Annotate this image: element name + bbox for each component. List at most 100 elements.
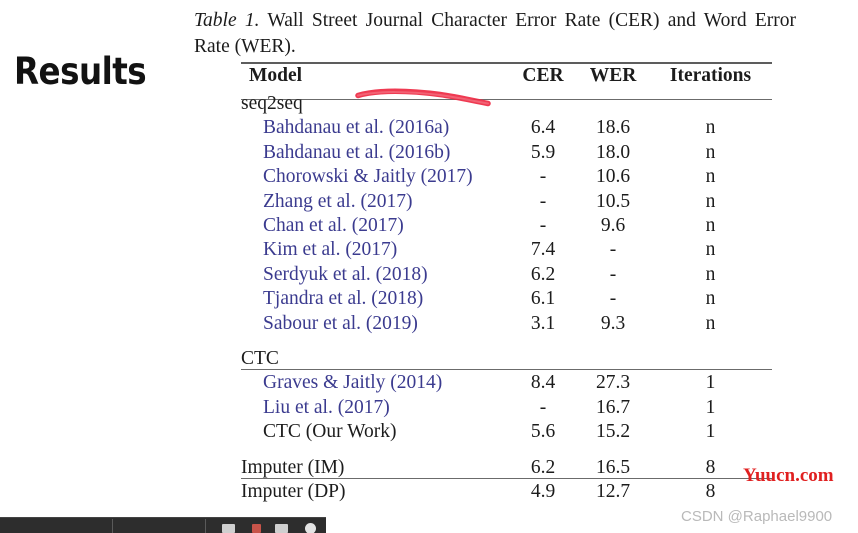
table-row: Tjandra et al. (2018) 6.1 - n bbox=[241, 287, 772, 311]
column-header-wer: WER bbox=[589, 65, 637, 86]
cell-cer: 6.4 bbox=[530, 117, 556, 139]
cell-wer: 10.5 bbox=[595, 190, 631, 212]
slide-screenshot: Results Table 1. Wall Street Journal Cha… bbox=[0, 0, 858, 533]
cell-wer: 18.6 bbox=[595, 117, 631, 139]
cell-cer: - bbox=[539, 215, 547, 237]
cell-model: Zhang et al. (2017) bbox=[241, 190, 509, 214]
empty-cell bbox=[577, 92, 649, 116]
cell-cer: 8.4 bbox=[530, 372, 556, 394]
taskbar-browser-icon[interactable] bbox=[305, 523, 316, 533]
cell-model: Serdyuk et al. (2018) bbox=[241, 263, 509, 287]
table-row: Kim et al. (2017) 7.4 - n bbox=[241, 238, 772, 262]
cell-wer: - bbox=[609, 239, 617, 261]
cell-model: Bahdanau et al. (2016b) bbox=[241, 141, 509, 165]
cell-wer: 15.2 bbox=[595, 421, 631, 443]
citation-link[interactable]: Bahdanau et al. (2016b) bbox=[241, 141, 450, 165]
citation-link[interactable]: Kim et al. (2017) bbox=[241, 238, 397, 262]
table-row: Zhang et al. (2017) - 10.5 n bbox=[241, 190, 772, 214]
cell-model: Bahdanau et al. (2016a) bbox=[241, 116, 509, 140]
cell-wer: 27.3 bbox=[595, 372, 631, 394]
cell-iterations: n bbox=[705, 190, 716, 212]
cell-wer: 9.6 bbox=[600, 215, 626, 237]
cell-wer: - bbox=[609, 263, 617, 285]
cell-iterations: n bbox=[705, 312, 716, 334]
citation-link[interactable]: Chan et al. (2017) bbox=[241, 214, 404, 238]
cell-iterations: 1 bbox=[705, 372, 716, 394]
taskbar[interactable] bbox=[0, 517, 326, 533]
empty-cell bbox=[577, 347, 649, 371]
cell-iterations: 1 bbox=[705, 421, 716, 443]
cell-model: Imputer (IM) bbox=[241, 456, 509, 480]
cell-iterations: n bbox=[705, 288, 716, 310]
cell-cer: 6.2 bbox=[530, 263, 556, 285]
taskbar-app-icon[interactable] bbox=[252, 524, 261, 533]
cell-cer: 6.1 bbox=[530, 288, 556, 310]
cell-wer: 12.7 bbox=[595, 481, 631, 503]
citation-link[interactable]: Zhang et al. (2017) bbox=[241, 190, 412, 214]
cell-cer: 7.4 bbox=[530, 239, 556, 261]
cell-wer: - bbox=[609, 288, 617, 310]
watermark-author: CSDN @Raphael9900 bbox=[681, 508, 833, 525]
citation-link[interactable]: Serdyuk et al. (2018) bbox=[241, 263, 428, 287]
cell-model: Chorowski & Jaitly (2017) bbox=[241, 165, 509, 189]
cell-wer: 16.7 bbox=[595, 396, 631, 418]
cell-cer: 5.6 bbox=[530, 421, 556, 443]
empty-cell bbox=[509, 347, 577, 371]
results-table-container: Model CER WER Iterations seq2seq Bahdanau… bbox=[241, 62, 772, 505]
cell-model: Graves & Jaitly (2014) bbox=[241, 371, 509, 395]
table-head: Model CER WER Iterations bbox=[241, 62, 772, 92]
table-row: Liu et al. (2017) - 16.7 1 bbox=[241, 396, 772, 420]
column-header-iterations: Iterations bbox=[669, 65, 752, 86]
group-name: seq2seq bbox=[241, 93, 303, 114]
table-group-label: CTC bbox=[241, 347, 509, 371]
table-row: Imputer (IM) 6.2 16.5 8 bbox=[241, 456, 772, 480]
citation-link[interactable]: Bahdanau et al. (2016a) bbox=[241, 116, 449, 140]
table-body: seq2seq Bahdanau et al. (2016a) 6.4 18.6 n Ba… bbox=[241, 92, 772, 505]
cell-wer: 18.0 bbox=[595, 141, 631, 163]
citation-link[interactable]: Chorowski & Jaitly (2017) bbox=[241, 165, 473, 189]
table-caption-text: Wall Street Journal Character Error Rate… bbox=[194, 10, 796, 57]
cell-wer: 9.3 bbox=[600, 312, 626, 334]
cell-wer: 10.6 bbox=[595, 166, 631, 188]
table-row: Bahdanau et al. (2016a) 6.4 18.6 n bbox=[241, 116, 772, 140]
table-row: CTC (Our Work) 5.6 15.2 1 bbox=[241, 420, 772, 444]
citation-link[interactable]: Graves & Jaitly (2014) bbox=[241, 371, 442, 395]
column-header-cer: CER bbox=[522, 65, 564, 86]
table-caption-label: Table 1. bbox=[194, 10, 260, 31]
cell-cer: 5.9 bbox=[530, 141, 556, 163]
citation-link[interactable]: Sabour et al. (2019) bbox=[241, 312, 418, 336]
citation-link[interactable]: Liu et al. (2017) bbox=[241, 396, 390, 420]
cell-model: Kim et al. (2017) bbox=[241, 238, 509, 262]
cell-model: Liu et al. (2017) bbox=[241, 396, 509, 420]
cell-cer: 6.2 bbox=[530, 456, 556, 478]
cell-model: CTC (Our Work) bbox=[241, 420, 509, 444]
page-title: Results bbox=[14, 50, 147, 93]
column-header-model: Model bbox=[249, 65, 303, 86]
table-section-spacer bbox=[241, 336, 772, 347]
empty-cell bbox=[649, 92, 772, 116]
cell-iterations: n bbox=[705, 239, 716, 261]
table-row: Chan et al. (2017) - 9.6 n bbox=[241, 214, 772, 238]
cell-iterations: n bbox=[705, 141, 716, 163]
empty-cell bbox=[649, 347, 772, 371]
table-caption: Table 1. Wall Street Journal Character E… bbox=[194, 8, 796, 60]
taskbar-window-icon[interactable] bbox=[222, 524, 235, 533]
cell-cer: - bbox=[539, 166, 547, 188]
table-group-label: seq2seq bbox=[241, 92, 509, 116]
cell-iterations: n bbox=[705, 166, 716, 188]
citation-link[interactable]: Tjandra et al. (2018) bbox=[241, 287, 423, 311]
cell-cer: - bbox=[539, 190, 547, 212]
table-row: Imputer (DP) 4.9 12.7 8 bbox=[241, 480, 772, 504]
cell-iterations: n bbox=[705, 263, 716, 285]
cell-model: Tjandra et al. (2018) bbox=[241, 287, 509, 311]
cell-cer: 4.9 bbox=[530, 481, 556, 503]
cell-model: Sabour et al. (2019) bbox=[241, 312, 509, 336]
table-section-spacer bbox=[241, 445, 772, 456]
cell-cer: - bbox=[539, 396, 547, 418]
cell-iterations: n bbox=[705, 215, 716, 237]
model-name: Imputer (IM) bbox=[241, 456, 345, 478]
taskbar-folder-icon[interactable] bbox=[275, 524, 288, 533]
results-table: Model CER WER Iterations seq2seq Bahdanau… bbox=[241, 62, 772, 505]
table-group-row: CTC bbox=[241, 347, 772, 371]
taskbar-separator-2 bbox=[205, 519, 206, 533]
